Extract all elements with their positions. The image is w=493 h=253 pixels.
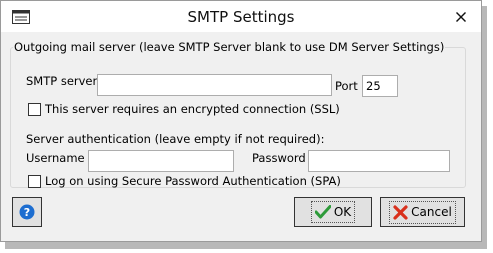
username-input[interactable]: [88, 150, 234, 172]
checkmark-icon: [314, 205, 331, 219]
outgoing-mail-server-group: Outgoing mail server (leave SMTP Server …: [10, 40, 466, 188]
outgoing-mail-server-legend: Outgoing mail server (leave SMTP Server …: [14, 40, 445, 54]
dialog-title: SMTP Settings: [187, 8, 295, 26]
help-icon: ?: [19, 204, 35, 220]
close-button[interactable]: [449, 6, 473, 28]
port-input[interactable]: [362, 75, 398, 97]
ok-label: OK: [333, 205, 352, 219]
password-input[interactable]: [308, 150, 450, 172]
ssl-checkbox[interactable]: [28, 103, 41, 116]
server-auth-heading: Server authentication (leave empty if no…: [26, 132, 325, 146]
spa-label[interactable]: Log on using Secure Password Authenticat…: [45, 174, 341, 188]
close-icon: [456, 12, 466, 22]
port-label: Port: [335, 79, 358, 93]
smtp-server-label: SMTP server: [26, 74, 98, 88]
password-label: Password: [252, 151, 306, 165]
spa-checkbox[interactable]: [28, 175, 41, 188]
cancel-label: Cancel: [411, 205, 452, 219]
help-button[interactable]: ?: [12, 197, 42, 227]
title-bar[interactable]: SMTP Settings: [1, 1, 481, 32]
smtp-server-input[interactable]: [97, 74, 332, 96]
ssl-label[interactable]: This server requires an encrypted connec…: [45, 102, 340, 116]
username-label: Username: [26, 151, 85, 165]
smtp-settings-dialog: SMTP Settings Outgoing mail server (leav…: [0, 0, 482, 242]
svg-text:?: ?: [24, 206, 30, 219]
cancel-button[interactable]: Cancel: [380, 197, 465, 227]
cross-icon: [393, 204, 408, 220]
ok-button[interactable]: OK: [294, 197, 372, 227]
